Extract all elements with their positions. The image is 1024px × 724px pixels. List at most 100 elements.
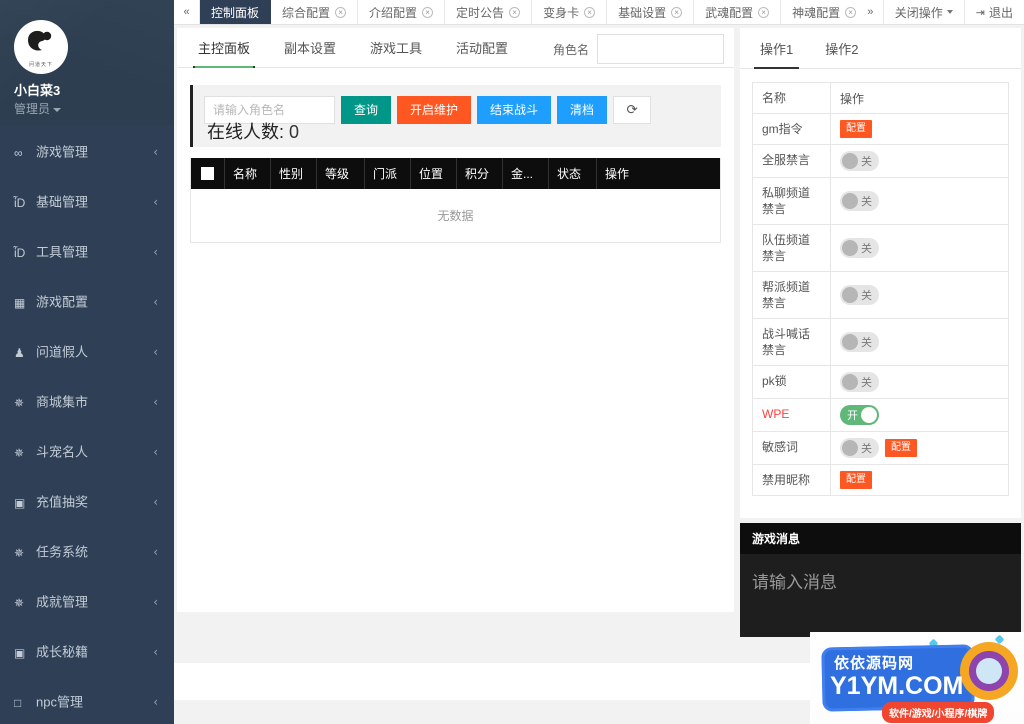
chevron-right-icon: ‹ bbox=[153, 695, 158, 709]
tabs-scroll-left-button[interactable]: « bbox=[174, 0, 200, 24]
close-icon[interactable]: × bbox=[845, 6, 857, 18]
top-tab-8[interactable]: 神魂配置 × bbox=[781, 0, 858, 24]
top-tab-3[interactable]: 介绍配置 × bbox=[358, 0, 446, 24]
link-icon: ∞ bbox=[14, 145, 23, 160]
sidebar-user-role[interactable]: 管理员 bbox=[14, 101, 174, 117]
close-icon[interactable]: × bbox=[671, 6, 683, 18]
toggle-switch[interactable]: 关 bbox=[840, 151, 879, 171]
operations-row-name: pk锁 bbox=[753, 366, 831, 398]
content-tab-2[interactable]: 副本设置 bbox=[271, 28, 349, 67]
content-tab-1[interactable]: 主控面板 bbox=[185, 28, 263, 68]
logout-icon: ⇥ bbox=[975, 6, 985, 19]
game-message-input[interactable]: 请输入消息 bbox=[740, 554, 1021, 607]
content-tab-3[interactable]: 游戏工具 bbox=[357, 28, 435, 67]
sidebar-item-12[interactable]: □ npc管理 ‹ bbox=[0, 677, 174, 724]
refresh-button[interactable]: ⟳ bbox=[613, 96, 652, 124]
table-column-header[interactable]: 状态 bbox=[549, 158, 597, 189]
card-icon: ▣ bbox=[14, 495, 26, 510]
toggle-switch[interactable]: 关 bbox=[840, 438, 879, 458]
operations-card: 操作1 操作2 名称 操作 gm指令 配置 全服禁言关私聊频道禁言关队伍频道禁言关帮派频道… bbox=[740, 28, 1021, 518]
close-icon[interactable]: × bbox=[422, 6, 434, 18]
toggle-switch[interactable]: 关 bbox=[840, 372, 879, 392]
top-tab-2[interactable]: 综合配置 × bbox=[271, 0, 359, 24]
tabs-scroll-right-button[interactable]: » bbox=[858, 0, 884, 24]
chevron-right-icon: ‹ bbox=[153, 245, 158, 259]
sidebar-item-1[interactable]: ∞ 游戏管理 ‹ bbox=[0, 127, 174, 177]
operations-row: 帮派频道禁言 关 bbox=[753, 272, 1008, 319]
close-icon[interactable]: × bbox=[509, 6, 521, 18]
close-icon[interactable]: × bbox=[758, 6, 770, 18]
clear-archive-button[interactable]: 清档 bbox=[557, 96, 608, 124]
player-table: 名称 性别 等级 门派 位置 积分 金... 状态 操作 无数据 bbox=[190, 158, 721, 243]
sidebar-header: 问道天下 小白菜3 管理员 bbox=[0, 0, 174, 125]
content-tab-label: 游戏工具 bbox=[370, 41, 423, 56]
operations-tab-1[interactable]: 操作1 bbox=[748, 28, 805, 69]
checkbox-icon bbox=[201, 167, 214, 180]
config-button[interactable]: 配置 bbox=[885, 439, 917, 457]
toggle-switch[interactable]: 关 bbox=[840, 191, 879, 211]
operations-row-action: 关 bbox=[831, 225, 1008, 271]
toolbar-buttons: 查询 开启维护 结束战斗 清档 bbox=[335, 96, 608, 124]
table-column-header[interactable]: 操作 bbox=[597, 158, 697, 189]
top-tab-label: 变身卡 bbox=[543, 5, 580, 20]
chevron-right-icon: ‹ bbox=[153, 295, 158, 309]
top-tab-4[interactable]: 定时公告 × bbox=[445, 0, 533, 24]
sidebar-item-7[interactable]: ✵ 斗宠名人 ‹ bbox=[0, 427, 174, 477]
config-button[interactable]: 配置 bbox=[840, 471, 872, 489]
top-tab-1[interactable]: 控制面板 bbox=[200, 0, 272, 24]
sidebar-item-label: 游戏配置 bbox=[36, 294, 89, 310]
end-battle-button[interactable]: 结束战斗 bbox=[477, 96, 552, 124]
sidebar-item-10[interactable]: ✵ 成就管理 ‹ bbox=[0, 577, 174, 627]
operations-row-name: 敏感词 bbox=[753, 432, 831, 464]
select-all-checkbox[interactable] bbox=[191, 158, 225, 189]
table-column-header[interactable]: 积分 bbox=[457, 158, 503, 189]
top-tab-7[interactable]: 武魂配置 × bbox=[694, 0, 782, 24]
sidebar-item-4[interactable]: ▦ 游戏配置 ‹ bbox=[0, 277, 174, 327]
avatar[interactable]: 问道天下 bbox=[14, 20, 68, 74]
start-maintenance-button[interactable]: 开启维护 bbox=[397, 96, 472, 124]
query-button[interactable]: 查询 bbox=[341, 96, 392, 124]
sidebar-item-label: 游戏管理 bbox=[36, 144, 89, 160]
operations-tab-2[interactable]: 操作2 bbox=[813, 28, 870, 68]
table-column-header[interactable]: 金... bbox=[503, 158, 549, 189]
user-icon: ♟ bbox=[14, 345, 25, 360]
table-column-header[interactable]: 位置 bbox=[411, 158, 457, 189]
sidebar-item-5[interactable]: ♟ 问道假人 ‹ bbox=[0, 327, 174, 377]
config-button[interactable]: 配置 bbox=[840, 120, 872, 138]
toggle-switch[interactable]: 开 bbox=[840, 405, 879, 425]
toggle-switch[interactable]: 关 bbox=[840, 332, 879, 352]
sidebar-item-3[interactable]: ἷD 工具管理 ‹ bbox=[0, 227, 174, 277]
table-column-header[interactable]: 名称 bbox=[225, 158, 271, 189]
logout-button[interactable]: ⇥ 退出 bbox=[965, 0, 1024, 24]
toggle-state-label: 关 bbox=[861, 337, 872, 349]
table-column-header[interactable]: 门派 bbox=[365, 158, 411, 189]
sidebar-item-6[interactable]: ✵ 商城集市 ‹ bbox=[0, 377, 174, 427]
close-icon[interactable]: × bbox=[335, 6, 347, 18]
close-icon[interactable]: × bbox=[584, 6, 596, 18]
table-column-header[interactable]: 性别 bbox=[271, 158, 317, 189]
top-tab-6[interactable]: 基础设置 × bbox=[607, 0, 695, 24]
content-tab-4[interactable]: 活动配置 bbox=[443, 28, 521, 67]
sidebar-item-9[interactable]: ✵ 任务系统 ‹ bbox=[0, 527, 174, 577]
toggle-switch[interactable]: 关 bbox=[840, 238, 879, 258]
role-name-input[interactable] bbox=[597, 34, 724, 64]
toggle-state-label: 关 bbox=[861, 243, 872, 255]
watermark-sub-text: 软件/游戏/小程序/棋牌 bbox=[882, 702, 995, 723]
sidebar-item-label: 工具管理 bbox=[36, 244, 89, 260]
table-column-header[interactable]: 等级 bbox=[317, 158, 365, 189]
online-count-label: 在线人数 bbox=[207, 122, 279, 142]
top-tab-label: 控制面板 bbox=[211, 5, 260, 20]
app-root: 问道天下 小白菜3 管理员 ∞ 游戏管理 ‹ ἷD 基础管理 ‹ ἷD 工具管理 ‹ ▦ 游戏配置 ‹… bbox=[0, 0, 1024, 724]
role-name-label: 角色名 bbox=[552, 42, 589, 57]
utensils-icon: ἷD bbox=[14, 245, 26, 260]
sidebar-item-label: 成就管理 bbox=[36, 594, 89, 610]
sidebar-item-8[interactable]: ▣ 充值抽奖 ‹ bbox=[0, 477, 174, 527]
operations-row-name: 帮派频道禁言 bbox=[753, 272, 831, 318]
top-tab-5[interactable]: 变身卡 × bbox=[532, 0, 608, 24]
operations-row-name: WPE bbox=[753, 399, 831, 431]
toggle-switch[interactable]: 关 bbox=[840, 285, 879, 305]
sidebar-item-label: 问道假人 bbox=[36, 344, 89, 360]
sidebar-item-11[interactable]: ▣ 成长秘籍 ‹ bbox=[0, 627, 174, 677]
close-ops-dropdown[interactable]: 关闭操作 bbox=[884, 0, 965, 24]
sidebar-item-2[interactable]: ἷD 基础管理 ‹ bbox=[0, 177, 174, 227]
